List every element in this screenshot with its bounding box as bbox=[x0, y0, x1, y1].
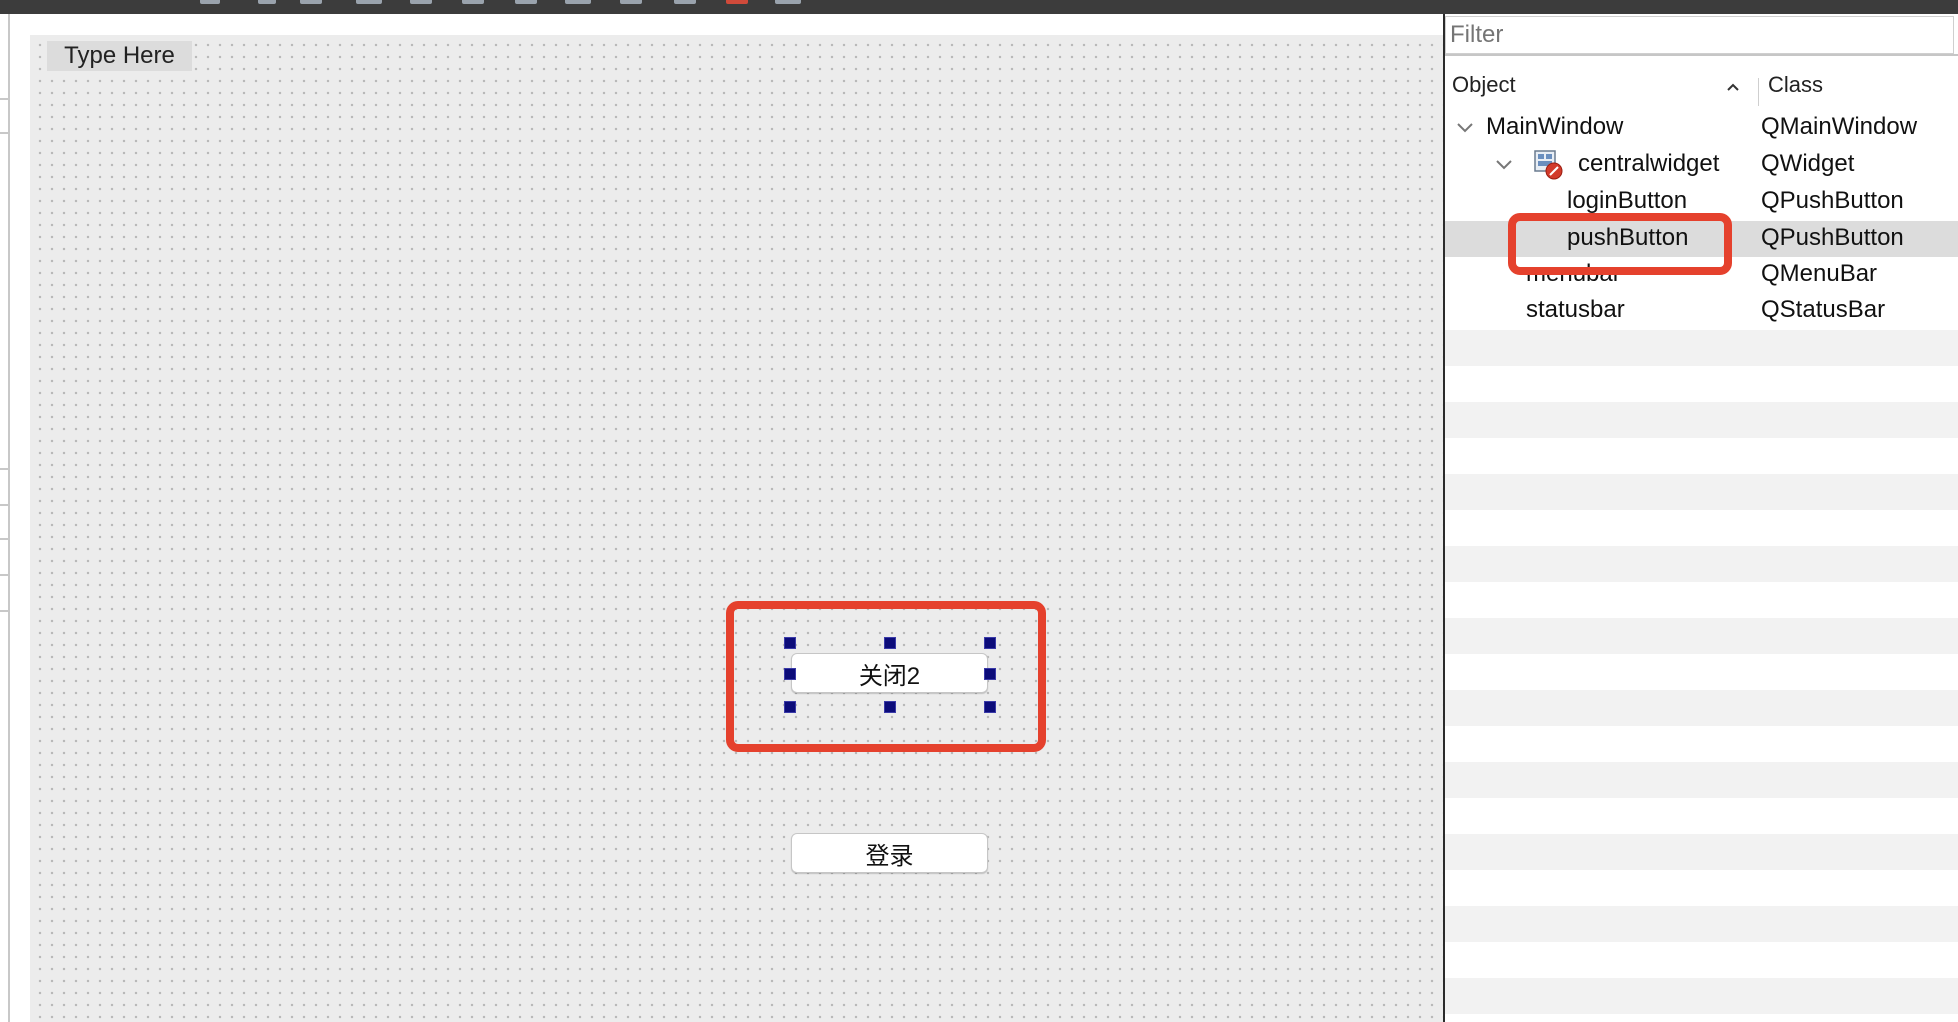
toolbar-icon[interactable] bbox=[620, 0, 642, 4]
object-name: centralwidget bbox=[1578, 150, 1720, 177]
object-name: MainWindow bbox=[1486, 113, 1624, 140]
object-name: statusbar bbox=[1526, 296, 1625, 323]
class-name: QMainWindow bbox=[1761, 113, 1918, 140]
empty-row bbox=[1445, 546, 1958, 582]
toolbar-icon[interactable] bbox=[258, 0, 276, 4]
object-name: loginButton bbox=[1567, 187, 1688, 214]
sort-ascending-icon[interactable] bbox=[1725, 80, 1741, 94]
toolbar-icon[interactable] bbox=[726, 0, 748, 4]
designer-toolbar bbox=[0, 0, 1958, 14]
main-window-form[interactable] bbox=[30, 35, 1443, 1022]
class-name: QPushButton bbox=[1761, 187, 1904, 214]
class-name: QWidget bbox=[1761, 150, 1855, 177]
toolbar-icon[interactable] bbox=[515, 0, 537, 4]
column-header-class[interactable]: Class bbox=[1768, 72, 1823, 98]
toolbar-icon[interactable] bbox=[674, 0, 696, 4]
column-header-object[interactable]: Object bbox=[1452, 72, 1516, 98]
annotation-highlight-box bbox=[1508, 213, 1732, 275]
filter-separator bbox=[1445, 54, 1958, 56]
empty-row bbox=[1445, 762, 1958, 798]
toolbar-icon[interactable] bbox=[356, 0, 382, 4]
chevron-down-icon[interactable] bbox=[1495, 159, 1513, 171]
toolbar-icon[interactable] bbox=[410, 0, 432, 4]
empty-row bbox=[1445, 402, 1958, 438]
empty-row bbox=[1445, 906, 1958, 942]
class-name: QMenuBar bbox=[1761, 260, 1878, 287]
toolbar-icon[interactable] bbox=[200, 0, 220, 4]
empty-row bbox=[1445, 690, 1958, 726]
annotation-highlight-box bbox=[726, 601, 1046, 752]
class-name: QStatusBar bbox=[1761, 296, 1886, 323]
empty-row bbox=[1445, 834, 1958, 870]
toolbar-icon[interactable] bbox=[775, 0, 801, 4]
empty-row bbox=[1445, 474, 1958, 510]
login-push-button[interactable]: 登录 bbox=[791, 833, 988, 873]
chevron-down-icon[interactable] bbox=[1456, 122, 1474, 134]
empty-row bbox=[1445, 618, 1958, 654]
empty-row bbox=[1445, 978, 1958, 1014]
menu-type-here[interactable]: Type Here bbox=[47, 41, 192, 71]
toolbar-icon[interactable] bbox=[565, 0, 591, 4]
left-edge-panel bbox=[0, 14, 10, 1022]
toolbar-icon[interactable] bbox=[300, 0, 322, 4]
empty-row bbox=[1445, 330, 1958, 366]
header-separator[interactable] bbox=[1758, 78, 1759, 106]
filter-input[interactable] bbox=[1445, 16, 1954, 54]
class-name: QPushButton bbox=[1761, 224, 1904, 251]
widget-icon bbox=[1534, 150, 1563, 180]
toolbar-icon[interactable] bbox=[462, 0, 484, 4]
